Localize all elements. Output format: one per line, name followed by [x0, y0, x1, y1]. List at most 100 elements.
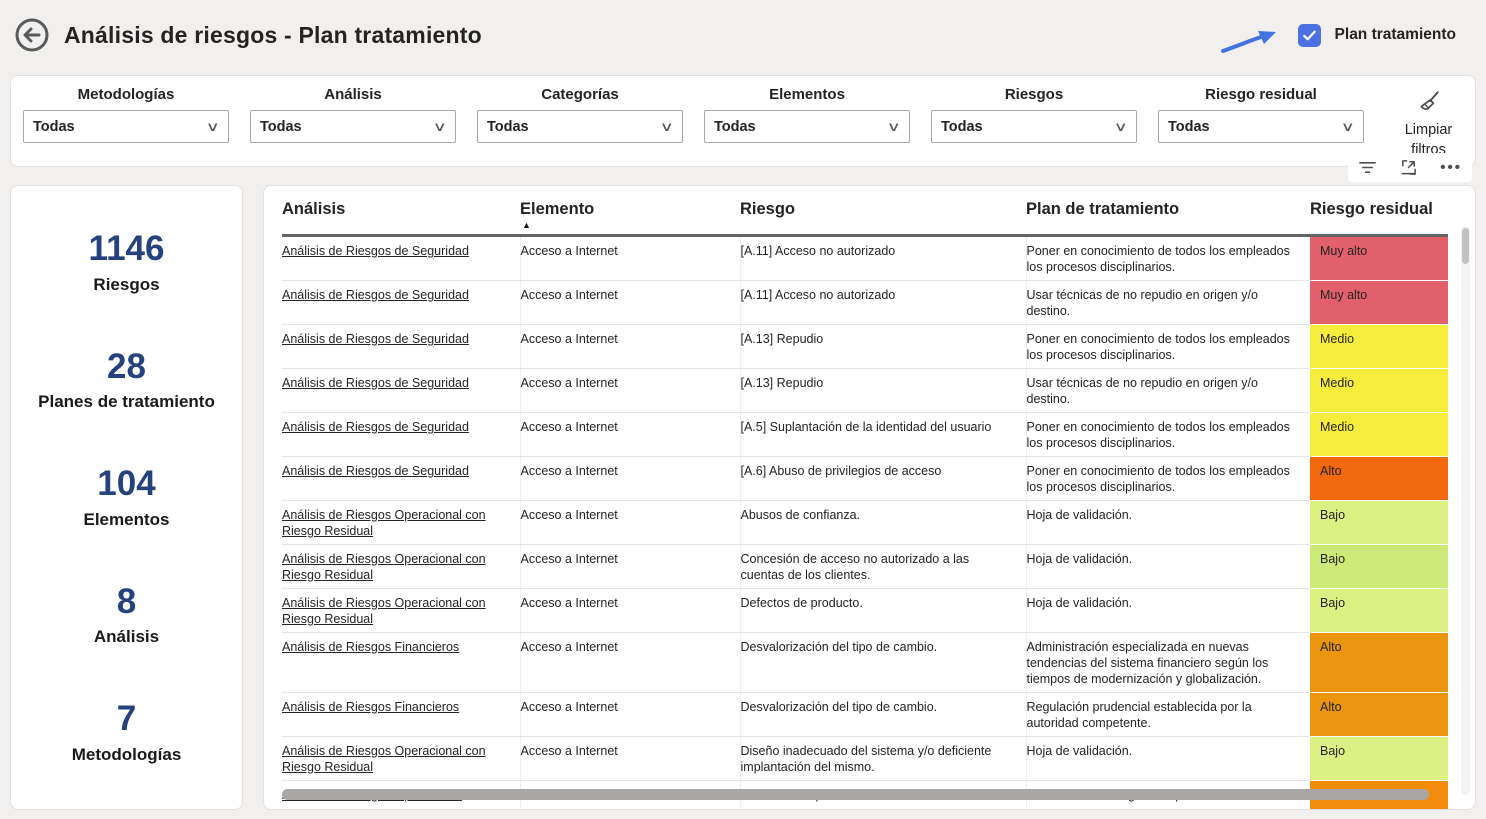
- cell-plan: Hoja de validación.: [1026, 589, 1310, 633]
- filter-dropdown-3[interactable]: Todas∨: [704, 110, 910, 143]
- analisis-link[interactable]: Análisis de Riesgos Financieros: [282, 700, 459, 714]
- column-header-riesgo-residual[interactable]: Riesgo residual: [1310, 192, 1448, 236]
- table-row: Análisis de Riesgos FinancierosAcceso a …: [282, 633, 1448, 693]
- column-header-plan-de-tratamiento[interactable]: Plan de tratamiento: [1026, 192, 1310, 236]
- horizontal-scrollbar-thumb[interactable]: [282, 789, 1429, 800]
- analisis-link[interactable]: Análisis de Riesgos Financieros: [282, 640, 459, 654]
- dropdown-selected-value: Todas: [1168, 119, 1210, 135]
- filter-bar: MetodologíasTodas∨AnálisisTodas∨Categorí…: [10, 75, 1476, 167]
- column-header-riesgo[interactable]: Riesgo: [740, 192, 1026, 236]
- kpi-elementos: 104Elementos: [11, 465, 242, 530]
- filter-group-0: Metodologías Todas∨: [23, 86, 229, 166]
- table-row: Análisis de Riesgos de SeguridadAcceso a…: [282, 281, 1448, 325]
- column-header-análisis[interactable]: Análisis: [282, 192, 520, 236]
- kpi-riesgos: 1146Riesgos: [11, 230, 242, 295]
- chevron-down-icon: ∨: [1114, 119, 1128, 135]
- plan-tratamiento-checkbox[interactable]: [1298, 24, 1321, 47]
- cell-analisis: Análisis de Riesgos Operacional con Ries…: [282, 737, 520, 781]
- column-header-elemento[interactable]: Elemento▲: [520, 192, 740, 236]
- filter-dropdown-2[interactable]: Todas∨: [477, 110, 683, 143]
- analisis-link[interactable]: Análisis de Riesgos de Seguridad: [282, 244, 469, 258]
- cell-plan: Hoja de validación.: [1026, 737, 1310, 781]
- kpi-value: 104: [11, 465, 242, 504]
- cell-plan: Hoja de validación.: [1026, 501, 1310, 545]
- plan-tratamiento-label: Plan tratamiento: [1335, 26, 1456, 44]
- analisis-link[interactable]: Análisis de Riesgos de Seguridad: [282, 288, 469, 302]
- table-row: Análisis de Riesgos Operacional con Ries…: [282, 545, 1448, 589]
- filter-label: Metodologías: [23, 86, 229, 103]
- filter-group-4: Riesgos Todas∨: [931, 86, 1137, 166]
- cell-elemento: Acceso a Internet: [520, 589, 740, 633]
- analisis-link[interactable]: Análisis de Riesgos de Seguridad: [282, 376, 469, 390]
- cell-elemento: Acceso a Internet: [520, 236, 740, 281]
- cell-analisis: Análisis de Riesgos Operacional con Ries…: [282, 501, 520, 545]
- cell-riesgo: Desvalorización del tipo de cambio.: [740, 693, 1026, 737]
- filter-group-5: Riesgo residualTodas∨: [1158, 86, 1364, 166]
- column-header-label: Análisis: [282, 200, 345, 218]
- cell-analisis: Análisis de Riesgos de Seguridad: [282, 369, 520, 413]
- risk-table: Análisis Elemento▲RiesgoPlan de tratamien…: [282, 192, 1448, 810]
- filter-dropdown-0[interactable]: Todas∨: [23, 110, 229, 143]
- filter-label: Riesgos: [931, 86, 1137, 103]
- cell-riesgo: [A.13] Repudio: [740, 369, 1026, 413]
- cell-plan: Poner en conocimiento de todos los emple…: [1026, 413, 1310, 457]
- filter-icon[interactable]: [1358, 159, 1377, 176]
- analisis-link[interactable]: Análisis de Riesgos de Seguridad: [282, 420, 469, 434]
- kpi-análisis: 8Análisis: [11, 583, 242, 648]
- kpi-value: 7: [11, 700, 242, 739]
- cell-analisis: Análisis de Riesgos de Seguridad: [282, 413, 520, 457]
- table-body: Análisis de Riesgos de Seguridad Acceso a…: [282, 236, 1448, 811]
- cell-riesgo: [A.6] Abuso de privilegios de acceso: [740, 457, 1026, 501]
- vertical-scrollbar-thumb[interactable]: [1462, 228, 1469, 264]
- cell-elemento: Acceso a Internet: [520, 693, 740, 737]
- cell-plan: Usar técnicas de no repudio en origen y/…: [1026, 281, 1310, 325]
- vertical-scrollbar[interactable]: [1461, 226, 1470, 795]
- analisis-link[interactable]: Análisis de Riesgos Operacional con Ries…: [282, 508, 486, 538]
- column-header-label: Riesgo residual: [1310, 200, 1433, 218]
- cell-riesgo-residual: Medio: [1310, 325, 1448, 369]
- focus-mode-icon[interactable]: [1399, 158, 1418, 177]
- kpi-sidebar: 1146Riesgos28Planes de tratamiento104Ele…: [10, 185, 243, 810]
- analisis-link[interactable]: Análisis de Riesgos Operacional con Ries…: [282, 552, 486, 582]
- filter-dropdown-5[interactable]: Todas∨: [1158, 110, 1364, 143]
- kpi-label: Análisis: [11, 627, 242, 647]
- back-button[interactable]: [14, 17, 50, 53]
- filter-dropdown-1[interactable]: Todas∨: [250, 110, 456, 143]
- cell-riesgo-residual: Muy alto: [1310, 236, 1448, 281]
- cell-elemento: Acceso a Internet: [520, 545, 740, 589]
- filter-dropdown-4[interactable]: Todas∨: [931, 110, 1137, 143]
- cell-riesgo: [A.11] Acceso no autorizado: [740, 236, 1026, 281]
- cell-plan: Hoja de validación.: [1026, 545, 1310, 589]
- cell-riesgo-residual: Medio: [1310, 413, 1448, 457]
- cell-riesgo: [A.11] Acceso no autorizado: [740, 281, 1026, 325]
- chevron-down-icon: ∨: [887, 119, 901, 135]
- cell-riesgo-residual: Muy alto: [1310, 281, 1448, 325]
- cell-plan: Poner en conocimiento de todos los emple…: [1026, 325, 1310, 369]
- cell-riesgo: [A.13] Repudio: [740, 325, 1026, 369]
- horizontal-scrollbar[interactable]: [282, 789, 1441, 800]
- filter-bar-items: MetodologíasTodas∨AnálisisTodas∨Categorí…: [23, 86, 1364, 166]
- cell-plan: Regulación prudencial establecida por la…: [1026, 693, 1310, 737]
- table-row: Análisis de Riesgos Financieros Acceso a …: [282, 693, 1448, 737]
- cell-riesgo-residual: Bajo: [1310, 589, 1448, 633]
- cell-riesgo: Concesión de acceso no autorizado a las …: [740, 545, 1026, 589]
- cell-riesgo-residual: Alto: [1310, 633, 1448, 693]
- cell-plan: Usar técnicas de no repudio en origen y/…: [1026, 369, 1310, 413]
- analisis-link[interactable]: Análisis de Riesgos de Seguridad: [282, 332, 469, 346]
- cell-elemento: Acceso a Internet: [520, 369, 740, 413]
- cell-riesgo-residual: Bajo: [1310, 545, 1448, 589]
- analisis-link[interactable]: Análisis de Riesgos de Seguridad: [282, 464, 469, 478]
- analisis-link[interactable]: Análisis de Riesgos Operacional con Ries…: [282, 596, 486, 626]
- analisis-link[interactable]: Análisis de Riesgos Operacional con Ries…: [282, 744, 486, 774]
- filter-label: Análisis: [250, 86, 456, 103]
- cell-riesgo: Defectos de producto.: [740, 589, 1026, 633]
- broom-icon: [1416, 88, 1442, 119]
- table-header-row: Análisis Elemento▲RiesgoPlan de tratamien…: [282, 192, 1448, 236]
- chevron-down-icon: ∨: [433, 119, 447, 135]
- cell-elemento: Acceso a Internet: [520, 413, 740, 457]
- more-options-icon[interactable]: •••: [1440, 159, 1462, 176]
- cell-elemento: Acceso a Internet: [520, 325, 740, 369]
- cell-analisis: Análisis de Riesgos Operacional con Ries…: [282, 589, 520, 633]
- page-title: Análisis de riesgos - Plan tratamiento: [64, 22, 482, 49]
- cell-analisis: Análisis de Riesgos de Seguridad: [282, 236, 520, 281]
